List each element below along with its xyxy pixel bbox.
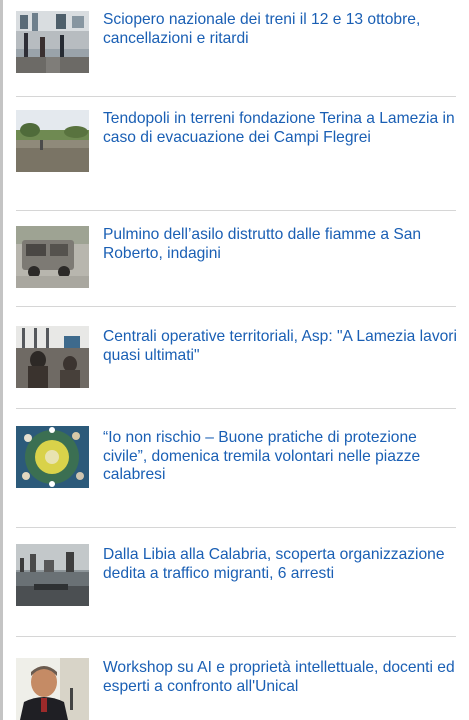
item-separator xyxy=(16,306,456,307)
item-separator xyxy=(16,210,456,211)
volunteers-photo-icon[interactable] xyxy=(16,426,89,488)
office-photo-icon[interactable] xyxy=(16,326,89,388)
train-station-photo-icon[interactable] xyxy=(16,11,89,73)
news-headline[interactable]: Pulmino dell’asilo distrutto dalle fiamm… xyxy=(103,226,459,263)
harbor-photo-icon[interactable] xyxy=(16,544,89,606)
left-border xyxy=(0,0,3,720)
news-headline[interactable]: Tendopoli in terreni fondazione Terina a… xyxy=(103,110,459,147)
item-separator xyxy=(16,408,456,409)
news-headline[interactable]: Centrali operative territoriali, Asp: "A… xyxy=(103,328,459,365)
burned-van-photo-icon[interactable] xyxy=(16,226,89,288)
news-headline[interactable]: “Io non rischio – Buone pratiche di prot… xyxy=(103,429,459,485)
news-headline[interactable]: Dalla Libia alla Calabria, scoperta orga… xyxy=(103,546,459,583)
speaker-photo-icon[interactable] xyxy=(16,658,89,720)
item-separator xyxy=(16,527,456,528)
news-headline[interactable]: Workshop su AI e proprietà intellettuale… xyxy=(103,659,459,696)
news-headline[interactable]: Sciopero nazionale dei treni il 12 e 13 … xyxy=(103,11,459,48)
field-photo-icon[interactable] xyxy=(16,110,89,172)
item-separator xyxy=(16,636,456,637)
item-separator xyxy=(16,96,456,97)
